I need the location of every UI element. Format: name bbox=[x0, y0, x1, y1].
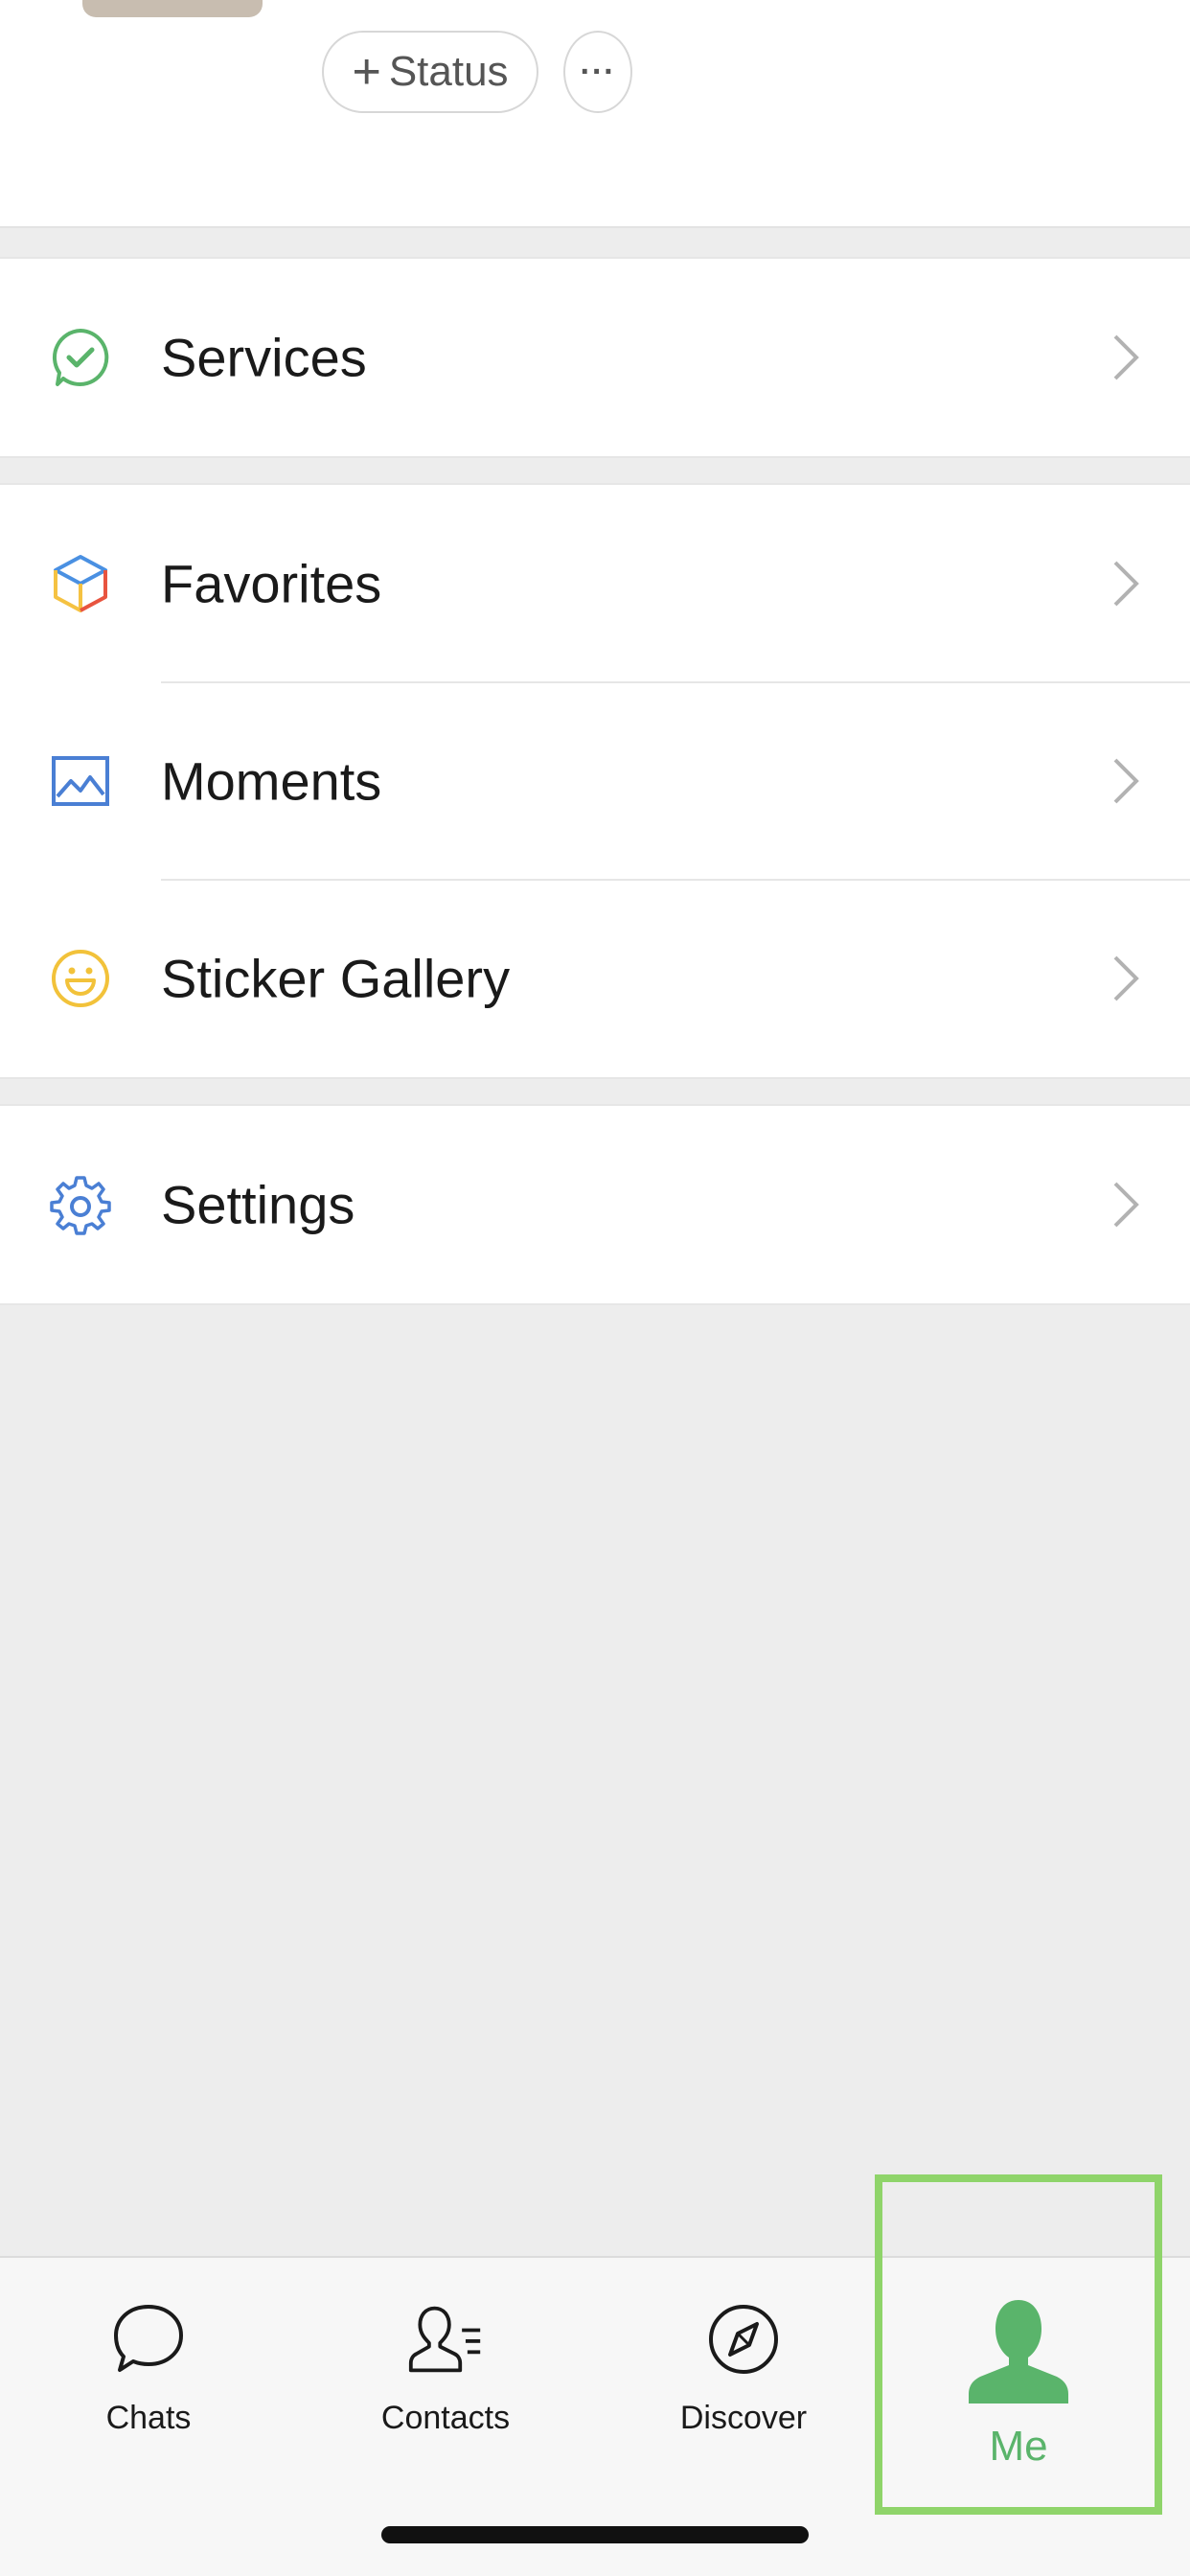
add-status-button[interactable]: + Status bbox=[322, 31, 538, 113]
tab-label: Contacts bbox=[380, 2400, 511, 2436]
chevron-right-icon bbox=[1110, 952, 1142, 1005]
chat-bubble-icon bbox=[110, 2296, 187, 2382]
services-icon bbox=[48, 325, 113, 390]
home-indicator[interactable] bbox=[381, 2526, 809, 2543]
menu-group-settings: Settings bbox=[0, 1104, 1190, 1305]
more-button[interactable]: ··· bbox=[563, 31, 632, 113]
tab-label: Chats bbox=[105, 2400, 192, 2436]
chevron-right-icon bbox=[1110, 331, 1142, 384]
menu-item-moments[interactable]: Moments bbox=[0, 682, 1190, 880]
status-button-label: Status bbox=[388, 48, 509, 95]
more-icon: ··· bbox=[580, 53, 616, 90]
tab-label: Discover bbox=[679, 2400, 808, 2436]
chevron-right-icon bbox=[1110, 557, 1142, 610]
plus-icon: + bbox=[352, 44, 381, 100]
compass-icon bbox=[705, 2296, 782, 2382]
menu-item-settings[interactable]: Settings bbox=[0, 1106, 1190, 1303]
sticker-gallery-icon bbox=[48, 946, 113, 1011]
menu-item-label: Favorites bbox=[161, 553, 382, 614]
menu-item-label: Sticker Gallery bbox=[161, 948, 511, 1009]
menu-item-sticker-gallery[interactable]: Sticker Gallery bbox=[0, 880, 1190, 1077]
menu-group-content: Favorites Moments Sticker Gallery bbox=[0, 483, 1190, 1079]
menu-item-favorites[interactable]: Favorites bbox=[0, 485, 1190, 682]
me-tab-highlight bbox=[875, 2174, 1162, 2515]
moments-icon bbox=[48, 748, 113, 814]
menu-item-label: Moments bbox=[161, 750, 382, 812]
chevron-right-icon bbox=[1110, 1178, 1142, 1231]
tab-contacts[interactable]: Contacts bbox=[350, 2296, 541, 2469]
menu-group-services: Services bbox=[0, 257, 1190, 458]
settings-icon bbox=[48, 1172, 113, 1237]
menu-item-services[interactable]: Services bbox=[0, 259, 1190, 456]
tab-discover[interactable]: Discover bbox=[648, 2296, 839, 2469]
menu-item-label: Services bbox=[161, 327, 367, 388]
avatar[interactable] bbox=[82, 0, 263, 17]
chevron-right-icon bbox=[1110, 754, 1142, 808]
contacts-icon bbox=[407, 2296, 484, 2382]
profile-header: + Status ··· bbox=[0, 0, 1190, 228]
menu-item-label: Settings bbox=[161, 1174, 355, 1235]
favorites-icon bbox=[48, 551, 113, 616]
tab-chats[interactable]: Chats bbox=[53, 2296, 244, 2469]
